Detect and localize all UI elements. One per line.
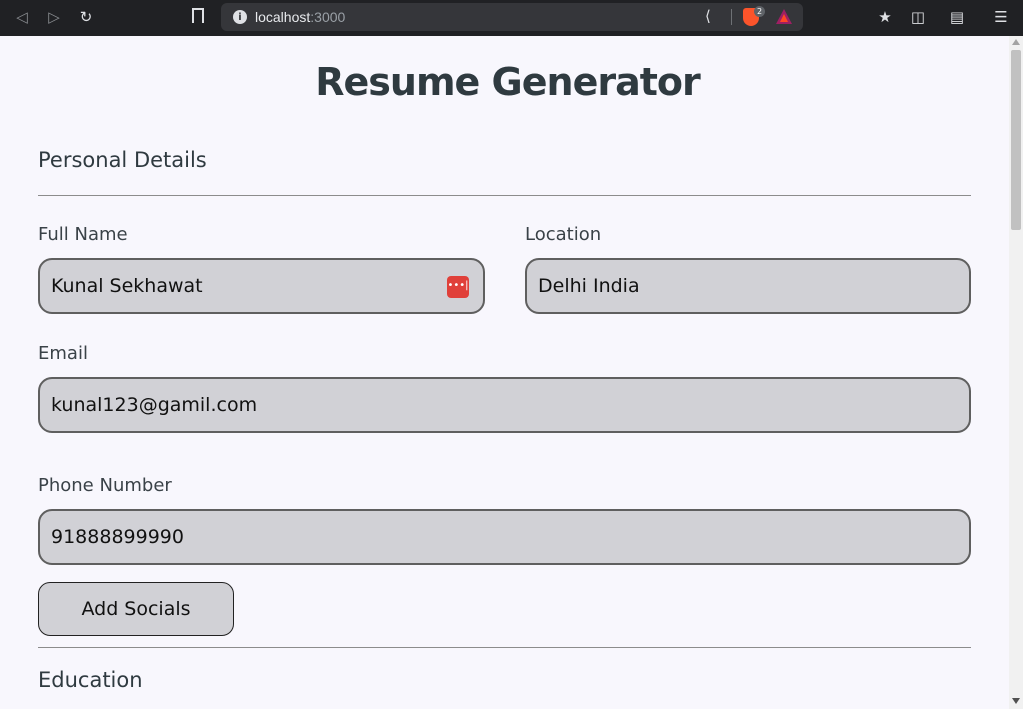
wallet-icon[interactable]: ▤	[948, 8, 966, 26]
location-input[interactable]	[538, 260, 920, 312]
full-name-input[interactable]	[51, 260, 434, 312]
location-label: Location	[525, 224, 602, 245]
forward-icon[interactable]: ▷	[42, 6, 66, 28]
site-info-icon[interactable]: i	[233, 10, 247, 24]
reload-icon[interactable]: ↻	[74, 6, 98, 28]
scroll-up-icon[interactable]	[1012, 39, 1020, 45]
email-field[interactable]	[38, 377, 971, 433]
brave-rewards-icon[interactable]	[776, 9, 792, 24]
personal-details-heading: Personal Details	[38, 148, 207, 172]
divider	[731, 9, 732, 25]
menu-icon[interactable]: ☰	[992, 8, 1010, 26]
back-icon[interactable]: ◁	[10, 6, 34, 28]
email-input[interactable]	[51, 379, 920, 431]
email-label: Email	[38, 343, 88, 364]
scroll-thumb[interactable]	[1011, 50, 1021, 230]
phone-label: Phone Number	[38, 475, 172, 496]
location-field[interactable]	[525, 258, 971, 314]
address-bar[interactable]: i localhost:3000 ⟨ 2	[221, 3, 803, 31]
add-socials-button[interactable]: Add Socials	[38, 582, 234, 636]
password-manager-icon[interactable]: •••|	[447, 276, 469, 298]
education-heading: Education	[38, 668, 143, 692]
sidebar-icon[interactable]: ◫	[909, 8, 927, 26]
url-text[interactable]: localhost:3000	[255, 9, 345, 25]
shields-count-badge: 2	[754, 6, 765, 17]
page-title: Resume Generator	[315, 60, 700, 104]
bookmark-icon[interactable]	[192, 8, 204, 23]
section-divider	[38, 195, 971, 196]
share-icon[interactable]: ⟨	[705, 7, 711, 25]
browser-toolbar: ◁ ▷ ↻ i localhost:3000 ⟨ 2 ★ ◫ ▤ ☰	[0, 0, 1023, 36]
full-name-field[interactable]: •••|	[38, 258, 485, 314]
page-scrollbar[interactable]	[1009, 36, 1023, 709]
page-content: Resume Generator Personal Details Full N…	[8, 36, 1007, 709]
section-divider	[38, 647, 971, 648]
phone-input[interactable]	[51, 511, 920, 563]
scroll-down-icon[interactable]	[1012, 698, 1020, 704]
extensions-icon[interactable]: ★	[876, 8, 894, 26]
phone-field[interactable]	[38, 509, 971, 565]
full-name-label: Full Name	[38, 224, 128, 245]
